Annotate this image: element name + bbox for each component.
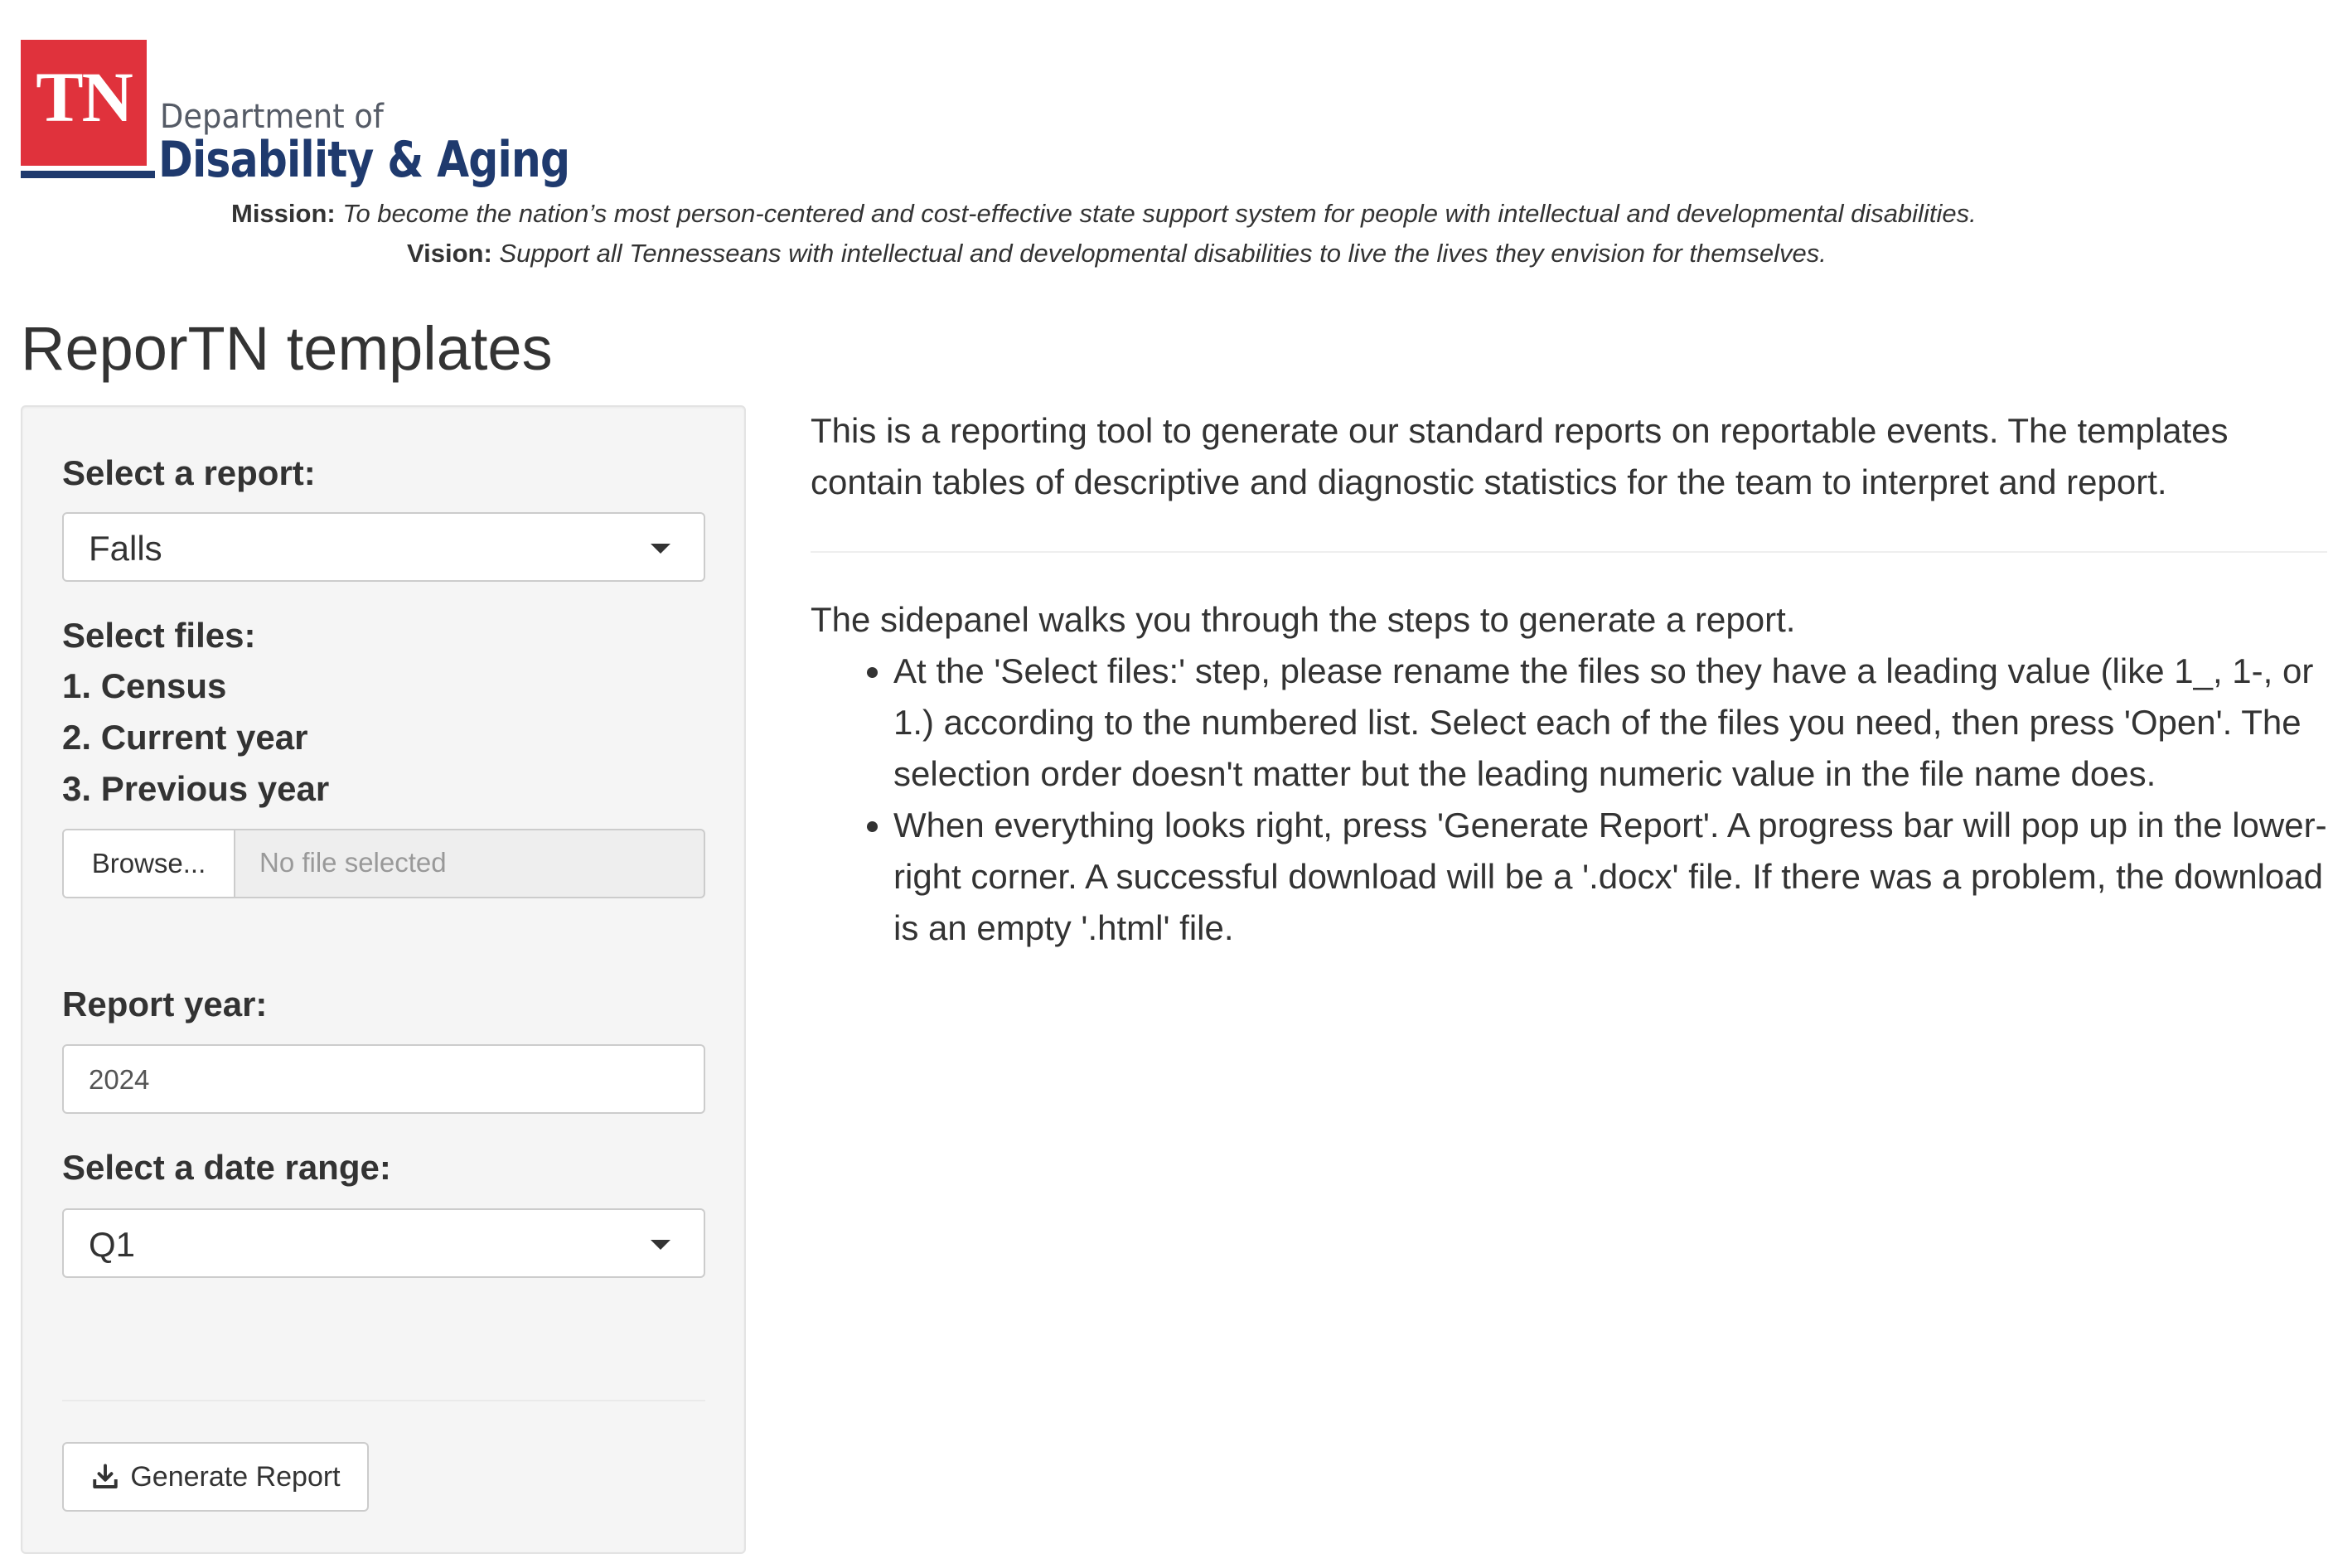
report-year-input[interactable]: 2024 (62, 1044, 705, 1114)
file-item-previous-year: 3. Previous year (62, 769, 330, 808)
date-range-value: Q1 (89, 1225, 136, 1264)
mission-text: To become the nation’s most person-cente… (342, 199, 1977, 228)
mission-label: Mission: (231, 199, 336, 228)
vision-text: Support all Tennesseans with intellectua… (499, 239, 1827, 268)
caret-down-icon (651, 1240, 670, 1250)
file-input: Browse... No file selected (62, 829, 705, 898)
date-range-select[interactable]: Q1 (62, 1208, 705, 1278)
dept-name: Disability & Aging (158, 131, 570, 189)
file-status: No file selected (259, 847, 447, 878)
list-item: When everything looks right, press 'Gene… (893, 800, 2327, 954)
files-label: Select files: (62, 616, 256, 655)
date-range-label: Select a date range: (62, 1148, 391, 1187)
files-list: 1. Census 2. Current year 3. Previous ye… (62, 661, 329, 815)
intro-text: This is a reporting tool to generate our… (811, 411, 2229, 501)
steps-list: At the 'Select files:' step, please rena… (893, 646, 2327, 954)
browse-button[interactable]: Browse... (64, 830, 235, 897)
file-item-current-year: 2. Current year (62, 718, 308, 757)
report-select[interactable]: Falls (62, 512, 705, 582)
generate-report-button[interactable]: Generate Report (62, 1442, 369, 1512)
download-icon (93, 1464, 119, 1488)
vision-label: Vision: (407, 239, 492, 268)
department-logo: TN Department of Disability & Aging (21, 40, 570, 191)
sidebar-panel: Select a report: Falls Select files: 1. … (21, 405, 746, 1554)
steps-intro: The sidepanel walks you through the step… (811, 600, 1796, 639)
generate-report-label: Generate Report (130, 1460, 341, 1493)
list-item: At the 'Select files:' step, please rena… (893, 646, 2327, 800)
file-item-census: 1. Census (62, 666, 227, 705)
tn-logo-mark: TN (21, 40, 147, 166)
report-year-value: 2024 (89, 1064, 150, 1095)
sidebar-divider (62, 1400, 705, 1401)
main-divider (811, 551, 2327, 553)
report-year-label: Report year: (62, 985, 268, 1024)
page-title: ReporTN templates (21, 314, 553, 383)
report-select-value: Falls (89, 529, 162, 568)
caret-down-icon (651, 544, 670, 554)
logo-stripe-blue (21, 171, 155, 178)
tn-logo-letters: TN (36, 57, 133, 137)
report-select-label: Select a report: (62, 453, 316, 492)
